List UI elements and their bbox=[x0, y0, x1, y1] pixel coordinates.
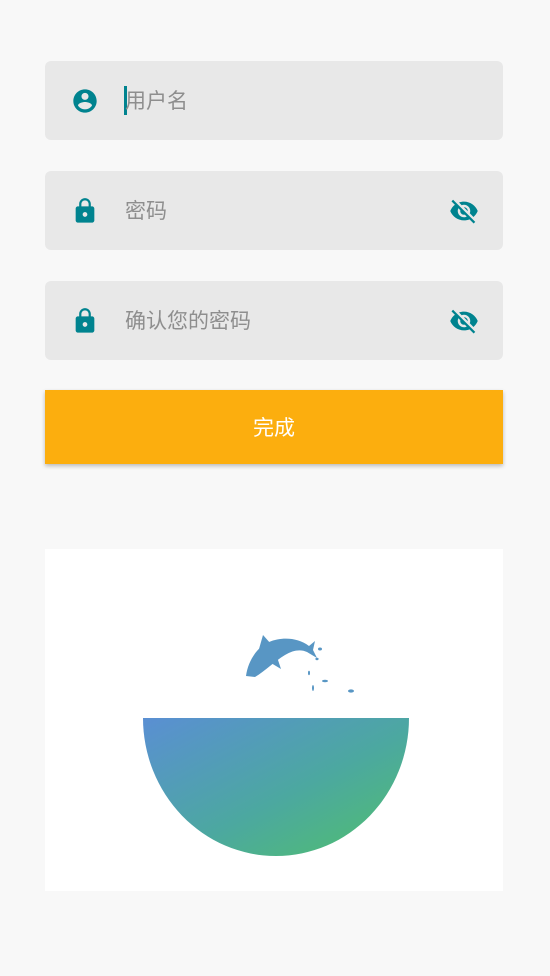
lock-icon bbox=[71, 307, 99, 335]
password-input[interactable] bbox=[123, 171, 423, 250]
account-circle-icon bbox=[71, 87, 99, 115]
eye-off-icon[interactable] bbox=[449, 306, 479, 336]
eye-off-icon[interactable] bbox=[449, 196, 479, 226]
confirm-password-input[interactable] bbox=[123, 281, 423, 360]
complete-button[interactable]: 完成 bbox=[45, 390, 503, 464]
username-input[interactable] bbox=[123, 61, 423, 140]
fish-icon bbox=[246, 635, 317, 677]
password-field[interactable] bbox=[45, 171, 503, 250]
bowl-shape bbox=[143, 718, 409, 856]
username-field[interactable] bbox=[45, 61, 503, 140]
lock-icon bbox=[71, 197, 99, 225]
confirm-password-field[interactable] bbox=[45, 281, 503, 360]
fish-bowl-illustration bbox=[45, 549, 503, 891]
fish-bowl-graphic bbox=[143, 635, 409, 856]
